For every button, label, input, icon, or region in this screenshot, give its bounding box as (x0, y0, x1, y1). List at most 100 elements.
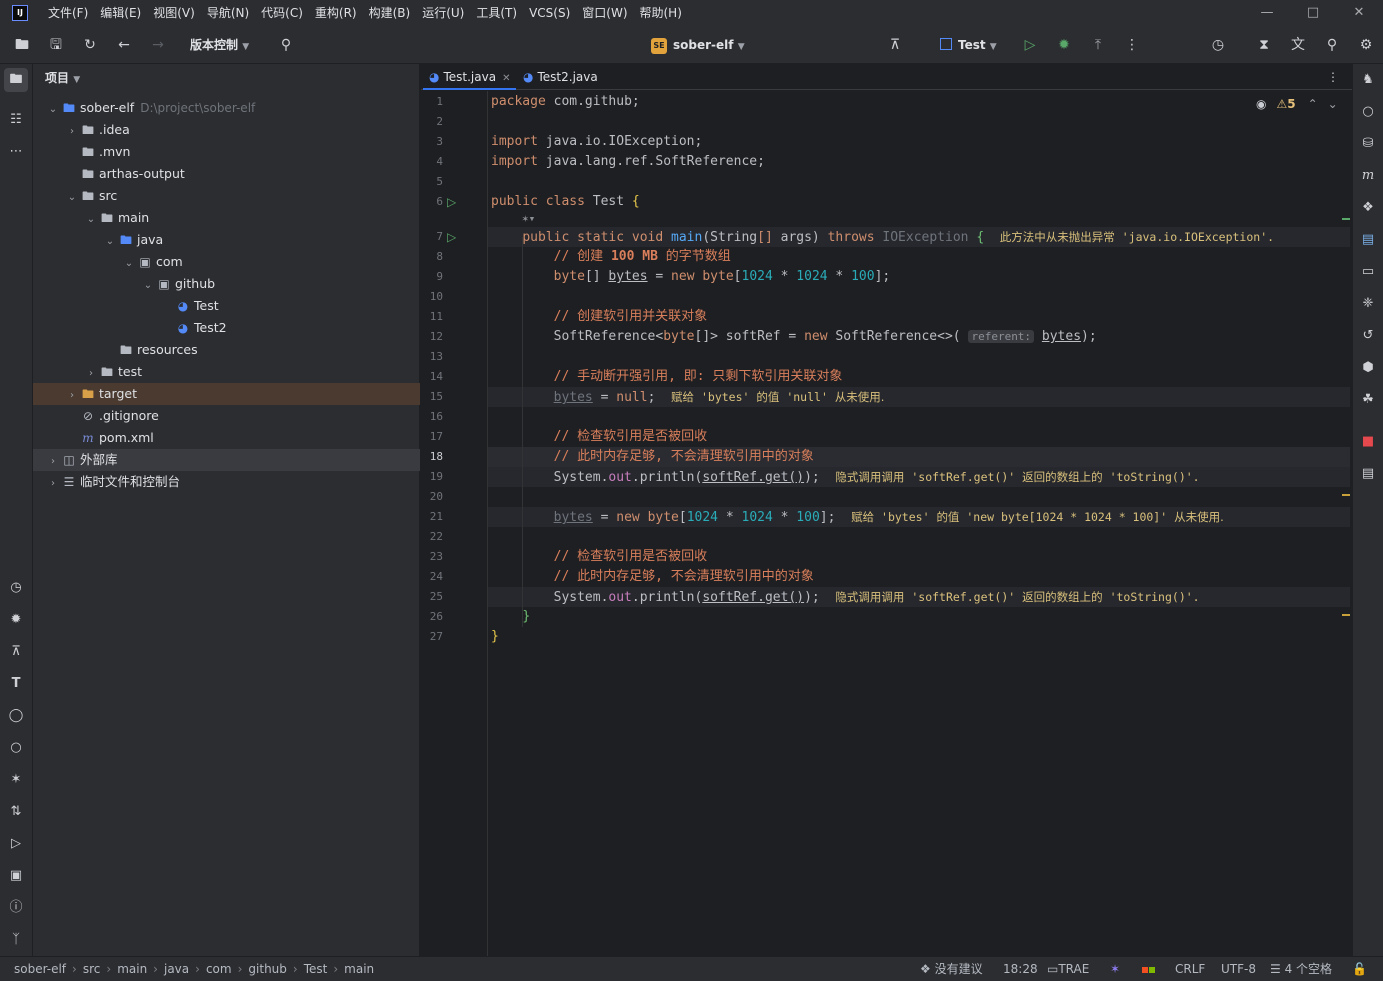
prev-highlight-icon[interactable]: ⌃ (1308, 97, 1318, 111)
minimize-icon[interactable]: — (1244, 0, 1290, 26)
warning-count[interactable]: ⚠5 (1276, 97, 1295, 111)
code-vision-icon[interactable]: ✶▾ (522, 209, 535, 229)
menu-item-0[interactable]: 文件(F) (42, 0, 94, 26)
menu-item-3[interactable]: 导航(N) (201, 0, 255, 26)
suggestions-status[interactable]: ❖ 没有建议 (920, 957, 983, 981)
maximize-icon[interactable]: □ (1290, 0, 1336, 26)
bookmarks-icon[interactable]: ▤ (1356, 462, 1380, 486)
lock-icon[interactable]: 🔓 (1352, 957, 1367, 981)
tree-item[interactable]: ⌄ ▣ com (33, 251, 420, 273)
terminal-icon[interactable]: ▣ (4, 864, 28, 888)
menu-item-4[interactable]: 代码(C) (255, 0, 309, 26)
chevron-right-icon[interactable]: › (66, 385, 78, 407)
menu-item-1[interactable]: 编辑(E) (94, 0, 147, 26)
trae-status[interactable]: ▭TRAE (1047, 957, 1089, 981)
plugin-status-icon[interactable]: ✶ (1110, 957, 1120, 981)
menu-item-7[interactable]: 运行(U) (416, 0, 470, 26)
plugin-icon[interactable]: ❖ (1356, 196, 1380, 220)
chevron-down-icon[interactable]: ⌄ (142, 275, 154, 297)
profiler-icon[interactable]: ◷ (4, 576, 28, 600)
forward-icon[interactable]: → (148, 35, 168, 55)
problems-icon[interactable]: ⓘ (4, 896, 28, 920)
chevron-right-icon[interactable]: › (85, 363, 97, 385)
tree-item[interactable]: m pom.xml (33, 427, 420, 449)
chevron-down-icon[interactable]: ⌄ (47, 99, 59, 121)
project-tool-icon[interactable]: 🖿 (4, 68, 28, 92)
tree-item[interactable]: › ☰ 临时文件和控制台 (33, 471, 420, 493)
tree-item[interactable]: 🖿 resources (33, 339, 420, 361)
breadcrumb-item[interactable]: com (206, 962, 232, 976)
tree-item[interactable]: ◕ Test2 (33, 317, 420, 339)
translate-icon[interactable]: 文 (1288, 35, 1308, 55)
services-icon[interactable]: ◯ (4, 704, 28, 728)
build-tool-icon[interactable]: ⊼ (4, 640, 28, 664)
debug-icon[interactable]: ✹ (1054, 35, 1074, 55)
close-icon[interactable]: ✕ (1336, 0, 1382, 26)
breadcrumb-item[interactable]: github (248, 962, 286, 976)
tree-item[interactable]: ⌄ 🖿 main (33, 207, 420, 229)
windows-icon[interactable] (1142, 957, 1155, 981)
history-icon[interactable]: ↺ (1356, 324, 1380, 348)
tree-item[interactable]: ⌄ ▣ github (33, 273, 420, 295)
indent-setting[interactable]: ☰ 4 个空格 (1270, 957, 1332, 981)
breadcrumb-item[interactable]: main (117, 962, 147, 976)
tree-item[interactable]: 🖿 .mvn (33, 141, 420, 163)
maven-icon[interactable]: m (1356, 164, 1380, 188)
scroll-marker-ok[interactable] (1342, 218, 1350, 220)
menu-item-9[interactable]: VCS(S) (523, 0, 576, 26)
tree-item[interactable]: ⊘ .gitignore (33, 405, 420, 427)
tab-options-icon[interactable]: ⋮ (1321, 64, 1345, 90)
chevron-down-icon[interactable]: ⌄ (85, 209, 97, 231)
todo-icon[interactable]: T (4, 672, 28, 696)
run-main-icon[interactable]: ▷ (447, 230, 456, 244)
tree-item[interactable]: › ◫ 外部库 (33, 449, 420, 471)
scroll-marker-warning[interactable] (1342, 494, 1350, 496)
chevron-down-icon[interactable]: ⌄ (104, 231, 116, 253)
chat-icon[interactable]: ○ (4, 736, 28, 760)
chevron-right-icon[interactable]: › (47, 451, 59, 473)
chevron-down-icon[interactable]: ⌄ (66, 187, 78, 209)
tab-test-java[interactable]: ◕ Test.java ✕ (423, 64, 517, 90)
tree-item[interactable]: › 🖿 .idea (33, 119, 420, 141)
endpoints-icon[interactable]: ⇅ (4, 800, 28, 824)
more-icon[interactable]: ⋮ (1122, 35, 1142, 55)
ai-chat-icon[interactable]: ○ (1356, 100, 1380, 124)
git-icon[interactable]: ᛉ (4, 928, 28, 952)
menu-item-5[interactable]: 重构(R) (309, 0, 363, 26)
build-icon[interactable]: ⤒ (1088, 35, 1108, 55)
build-hammer-icon[interactable]: ⊼ (885, 35, 905, 55)
inspection-widget[interactable]: ◉ ⚠5 ⌃ ⌄ (1256, 97, 1338, 111)
hex-tool-icon[interactable]: ⬢ (1356, 356, 1380, 380)
tree-item[interactable]: ⌄ 🖿 sober-elf D:\project\sober-elf (33, 97, 420, 119)
scroll-marker-warning[interactable] (1342, 614, 1350, 616)
run-tool-icon[interactable]: ▷ (4, 832, 28, 856)
tree-item[interactable]: ◕ Test (33, 295, 420, 317)
tree-item[interactable]: 🖿 arthas-output (33, 163, 420, 185)
tree-item[interactable]: › 🖿 target (33, 383, 420, 405)
notifications-icon[interactable]: ♞ (1356, 68, 1380, 92)
add-user-icon[interactable]: ⚲ (276, 35, 296, 55)
run-icon[interactable]: ▷ (1020, 35, 1040, 55)
line-separator[interactable]: CRLF (1175, 957, 1205, 981)
vcs-menu[interactable]: 版本控制 ▼ (190, 36, 249, 56)
chevron-right-icon[interactable]: › (47, 473, 59, 495)
structure-tool-icon[interactable]: ☷ (4, 108, 28, 132)
breadcrumb-item[interactable]: main (344, 962, 374, 976)
settings-gear-icon[interactable]: ⚙ (1356, 35, 1376, 55)
reader-mode-icon[interactable]: ◉ (1256, 97, 1266, 111)
commit-icon[interactable]: ☘ (1356, 388, 1380, 412)
dev-tools-icon[interactable]: ▭ (1356, 260, 1380, 284)
debug-tool-icon[interactable]: ✹ (4, 608, 28, 632)
next-highlight-icon[interactable]: ⌄ (1328, 97, 1338, 111)
menu-item-11[interactable]: 帮助(H) (634, 0, 688, 26)
app-logo[interactable]: IJ (12, 5, 28, 21)
file-encoding[interactable]: UTF-8 (1221, 957, 1256, 981)
open-folder-icon[interactable]: 🖿 (12, 35, 32, 55)
sync-icon[interactable]: ↻ (80, 35, 100, 55)
menu-item-8[interactable]: 工具(T) (470, 0, 523, 26)
chevron-down-icon[interactable]: ⌄ (123, 253, 135, 275)
caret-position[interactable]: 18:28 (1003, 957, 1038, 981)
gradle-icon[interactable]: ❈ (1356, 292, 1380, 316)
menu-item-6[interactable]: 构建(B) (363, 0, 417, 26)
menu-item-10[interactable]: 窗口(W) (576, 0, 633, 26)
